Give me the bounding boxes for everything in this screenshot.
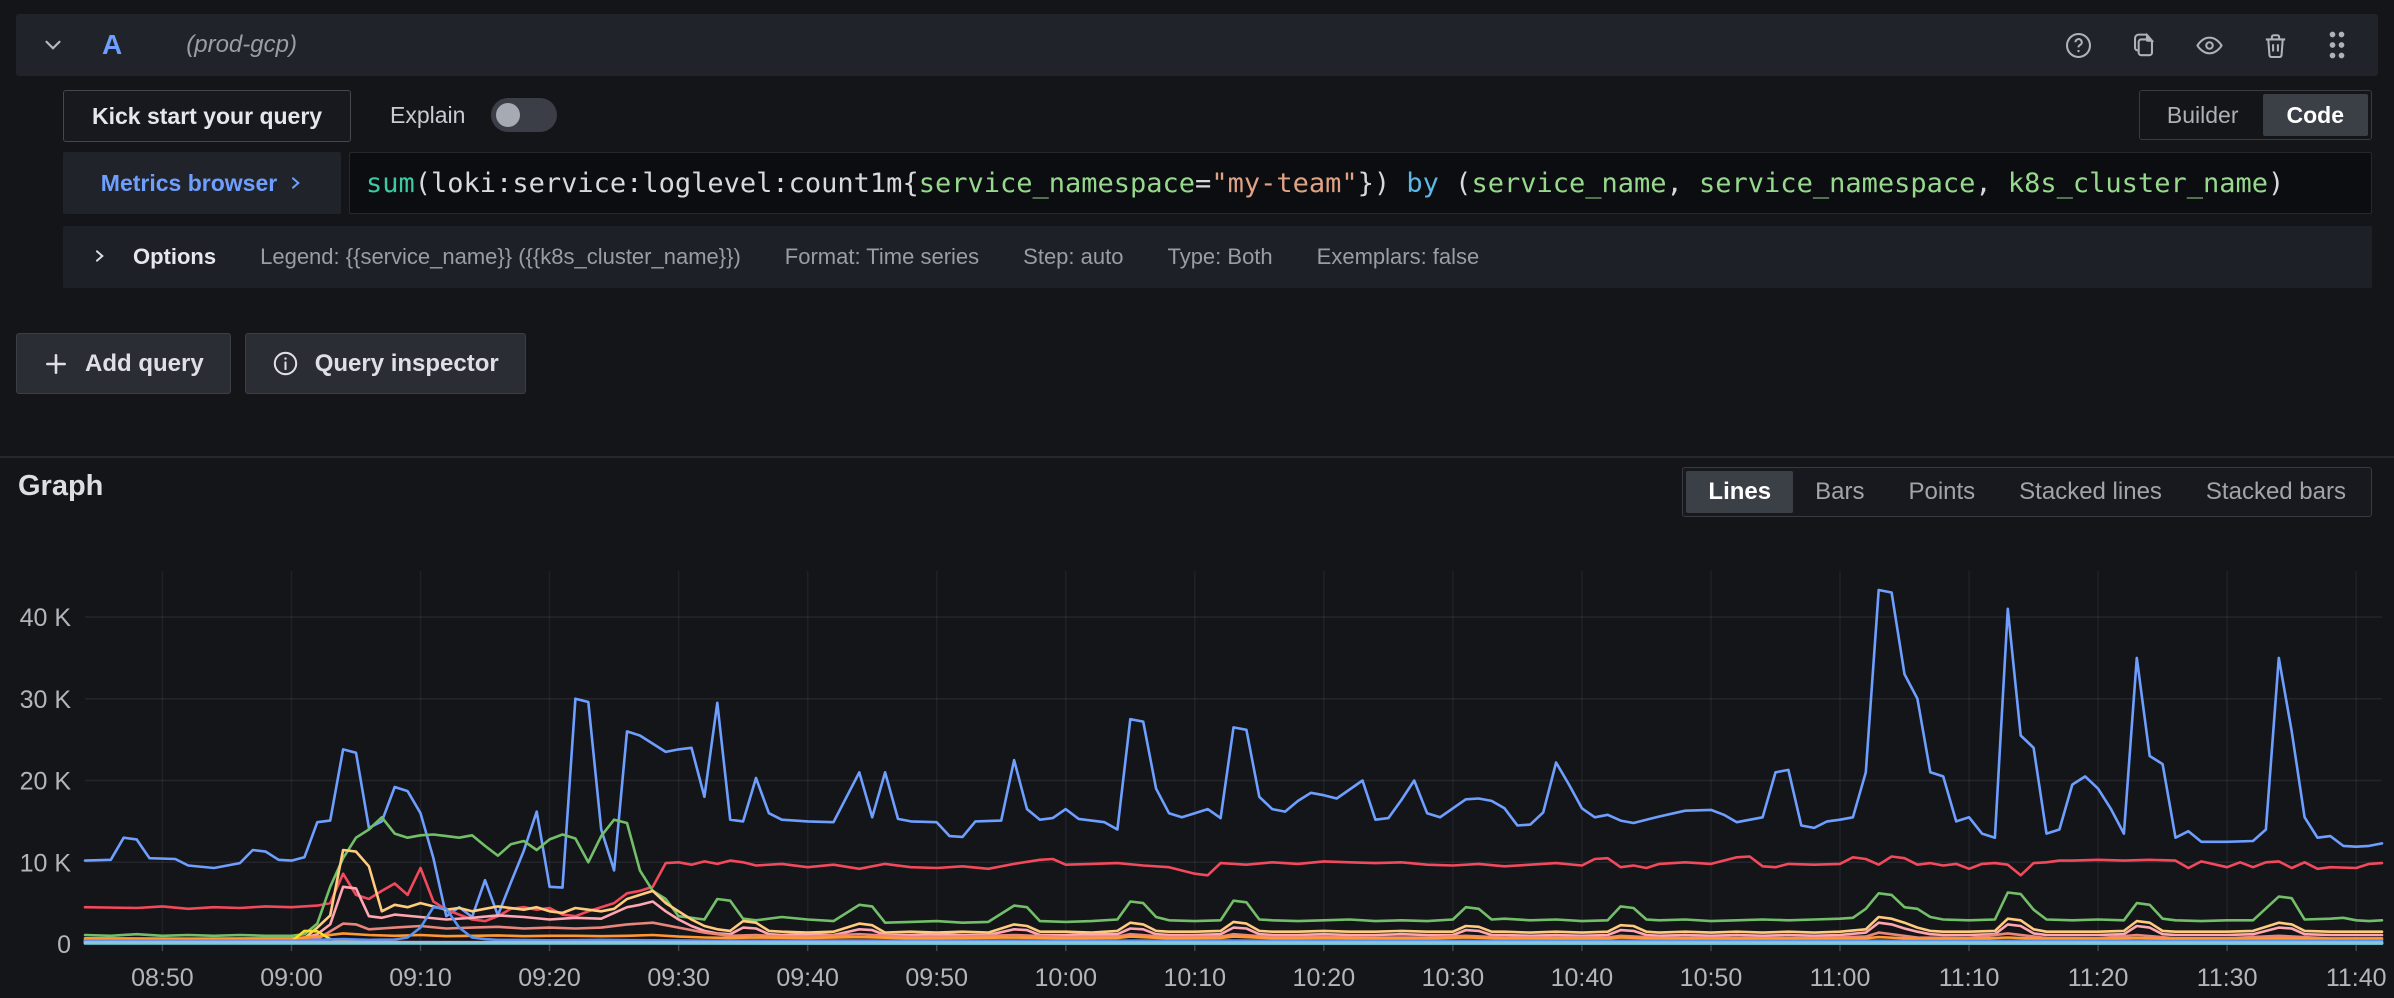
plus-icon (43, 351, 69, 377)
y-axis-tick-label: 20 K (20, 768, 72, 796)
x-axis-tick-label: 11:20 (2068, 964, 2129, 992)
graph-panel-title: Graph (18, 470, 103, 503)
query-row: Metrics browser sum(loki:service:logleve… (0, 152, 2394, 214)
query-ref-label: A (102, 29, 122, 61)
x-axis-tick-label: 10:30 (1422, 964, 1485, 992)
query-token: by (1406, 168, 1439, 199)
x-axis-tick-label: 10:50 (1680, 964, 1743, 992)
query-inspector-button[interactable]: Query inspector (245, 333, 526, 394)
graph-style-stacked-bars[interactable]: Stacked bars (2184, 471, 2368, 513)
graph-style-lines[interactable]: Lines (1686, 471, 1793, 513)
help-icon[interactable] (2064, 31, 2093, 60)
timeseries-chart[interactable]: 0 10 K 20 K 30 K 40 K 08:50 09:00 09:10 09:20 09:… (0, 543, 2394, 998)
query-token: service_name (1471, 168, 1666, 199)
query-token: service_namespace (919, 168, 1195, 199)
x-axis-tick-label: 09:00 (260, 964, 323, 992)
options-type: Type: Both (1167, 244, 1272, 270)
x-axis-tick-label: 09:50 (905, 964, 968, 992)
series-blue-line (85, 590, 2382, 917)
query-row-header[interactable]: A (prod-gcp) (16, 14, 2378, 76)
toggle-knob (496, 103, 520, 127)
x-axis-tick-label: 11:40 (2326, 964, 2387, 992)
query-token: (loki:service:loglevel:count1m{ (415, 168, 919, 199)
query-token: , (1975, 168, 2008, 199)
add-query-button[interactable]: Add query (16, 333, 231, 394)
explain-label: Explain (390, 102, 465, 129)
query-token: ) (2268, 168, 2284, 199)
x-axis-tick-label: 10:10 (1164, 964, 1227, 992)
options-exemplars: Exemplars: false (1317, 244, 1480, 270)
collapse-chevron-icon[interactable] (40, 32, 66, 58)
editor-mode-toggle: Builder Code (2139, 90, 2372, 140)
y-axis-tick-label: 40 K (20, 604, 72, 632)
query-code-input[interactable]: sum(loki:service:loglevel:count1m{servic… (349, 152, 2372, 214)
query-token: }) (1358, 168, 1407, 199)
kick-start-query-button[interactable]: Kick start your query (63, 90, 351, 142)
query-toolbar-row: Kick start your query Explain Builder Co… (0, 90, 2394, 140)
query-token: , (1667, 168, 1700, 199)
section-divider (0, 456, 2394, 458)
options-legend: Legend: {{service_name}} ({{k8s_cluster_… (260, 244, 741, 270)
drag-handle-icon[interactable] (2326, 30, 2348, 60)
metrics-browser-button[interactable]: Metrics browser (63, 152, 341, 214)
chevron-right-icon (287, 175, 303, 191)
graph-style-toggle: LinesBarsPointsStacked linesStacked bars (1682, 467, 2372, 517)
query-token: = (1195, 168, 1211, 199)
options-chevron-icon[interactable] (91, 244, 107, 270)
x-axis-tick-label: 08:50 (131, 964, 194, 992)
graph-style-stacked-lines[interactable]: Stacked lines (1997, 471, 2184, 513)
x-axis-tick-label: 09:40 (776, 964, 839, 992)
y-axis-tick-label: 30 K (20, 686, 72, 714)
options-row[interactable]: Options Legend: {{service_name}} ({{k8s_… (63, 226, 2372, 288)
y-axis-tick-label: 0 (57, 931, 71, 959)
query-token: "my-team" (1211, 168, 1357, 199)
x-axis-tick-label: 10:00 (1034, 964, 1097, 992)
query-token: service_namespace (1699, 168, 1975, 199)
x-axis-tick-label: 11:10 (1939, 964, 2000, 992)
query-token: sum (366, 168, 415, 199)
datasource-label: (prod-gcp) (186, 31, 297, 59)
options-format: Format: Time series (785, 244, 979, 270)
eye-icon[interactable] (2194, 31, 2225, 60)
explain-toggle[interactable] (491, 98, 557, 132)
x-axis-tick-label: 09:20 (518, 964, 581, 992)
mode-builder[interactable]: Builder (2143, 94, 2263, 136)
x-axis-tick-label: 11:30 (2197, 964, 2258, 992)
graph-style-points[interactable]: Points (1886, 471, 1997, 513)
query-actions-row: Add query Query inspector (16, 333, 526, 394)
query-editor-page: A (prod-gcp) Kick start your query Expla… (0, 0, 2394, 998)
trash-icon[interactable] (2261, 31, 2290, 60)
y-axis-tick-label: 10 K (20, 849, 72, 877)
graph-style-bars[interactable]: Bars (1793, 471, 1886, 513)
duplicate-icon[interactable] (2129, 31, 2158, 60)
x-axis-tick-label: 10:20 (1293, 964, 1356, 992)
mode-code[interactable]: Code (2263, 94, 2369, 136)
options-step: Step: auto (1023, 244, 1123, 270)
x-axis-tick-label: 09:30 (647, 964, 710, 992)
x-axis-tick-label: 10:40 (1551, 964, 1614, 992)
info-circle-icon (272, 350, 299, 377)
options-title[interactable]: Options (133, 244, 216, 270)
x-axis-tick-label: 11:00 (1810, 964, 1871, 992)
chart-svg[interactable]: 0 10 K 20 K 30 K 40 K 08:50 09:00 09:10 09:20 09:… (0, 543, 2394, 998)
query-token: k8s_cluster_name (2008, 168, 2268, 199)
x-axis-tick-label: 09:10 (389, 964, 452, 992)
query-token: ( (1439, 168, 1472, 199)
